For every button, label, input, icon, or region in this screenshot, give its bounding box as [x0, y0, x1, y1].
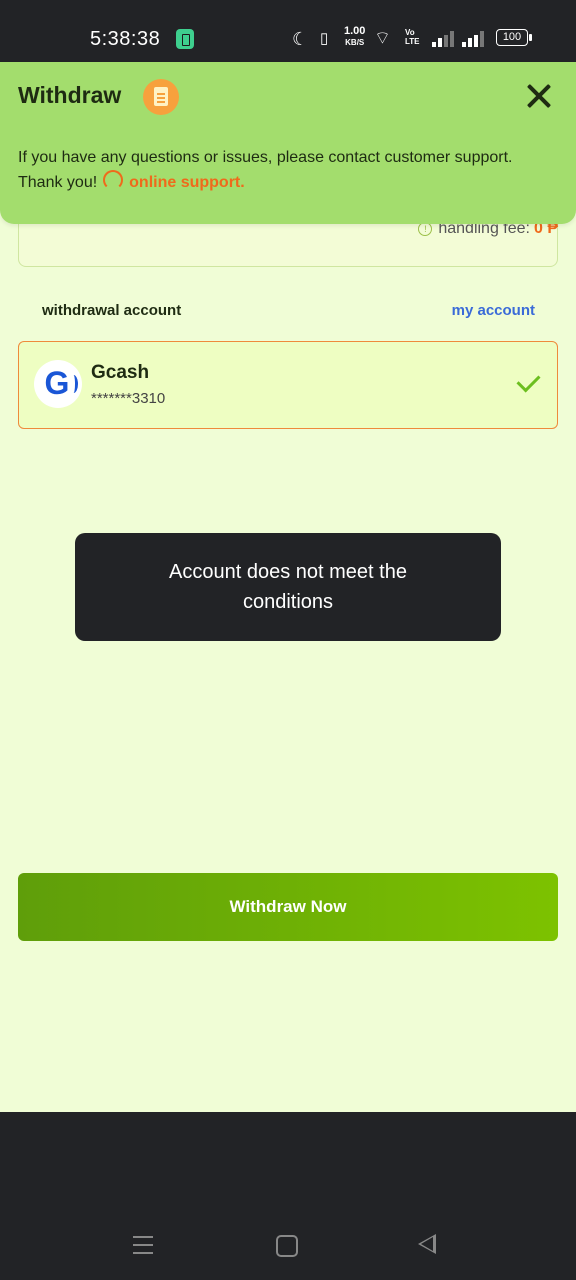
recents-menu-icon[interactable]	[133, 1236, 153, 1254]
account-number: *******3310	[91, 390, 166, 407]
system-nav-bar	[0, 1112, 576, 1280]
battery-saver-icon	[176, 29, 194, 49]
volte-badge: Vo LTE	[405, 28, 420, 46]
network-speed: 1.00 KB/S	[344, 25, 366, 48]
check-icon	[516, 368, 541, 393]
toast-text: Account does not meet the conditions	[169, 561, 407, 613]
withdraw-header: Withdraw If you have any questions or is…	[0, 62, 576, 224]
account-name: Gcash	[91, 362, 150, 383]
back-triangle-icon[interactable]	[418, 1234, 436, 1254]
support-notice: If you have any questions or issues, ple…	[18, 146, 538, 195]
vibrate-icon: ▯	[320, 30, 329, 47]
info-icon: !	[418, 222, 433, 236]
home-square-icon[interactable]	[276, 1235, 298, 1257]
status-time: 5:38:38	[90, 28, 161, 50]
status-bar: 5:38:38 ☾ ▯ 1.00 KB/S ⌔ Vo LTE 100	[0, 0, 576, 62]
moon-icon: ☾	[292, 29, 309, 49]
battery-icon: 100	[496, 29, 532, 46]
headset-icon	[103, 170, 124, 190]
withdrawal-account-label: withdrawal account	[42, 302, 182, 319]
gcash-logo-icon	[34, 360, 82, 408]
toast-message: Account does not meet the conditions	[75, 533, 501, 641]
signal-icon	[432, 31, 458, 47]
my-account-link[interactable]: my account	[452, 302, 535, 319]
clipboard-icon[interactable]	[143, 79, 179, 115]
close-icon[interactable]	[524, 81, 554, 111]
withdraw-now-button[interactable]: Withdraw Now	[18, 873, 558, 941]
account-card-gcash[interactable]: Gcash *******3310	[18, 341, 558, 429]
page-title: Withdraw	[18, 82, 122, 108]
notice-text: If you have any questions or issues, ple…	[18, 149, 513, 191]
online-support-link[interactable]: online support.	[129, 174, 245, 191]
wifi-icon: ⌔	[374, 28, 391, 48]
signal-icon	[462, 31, 488, 47]
